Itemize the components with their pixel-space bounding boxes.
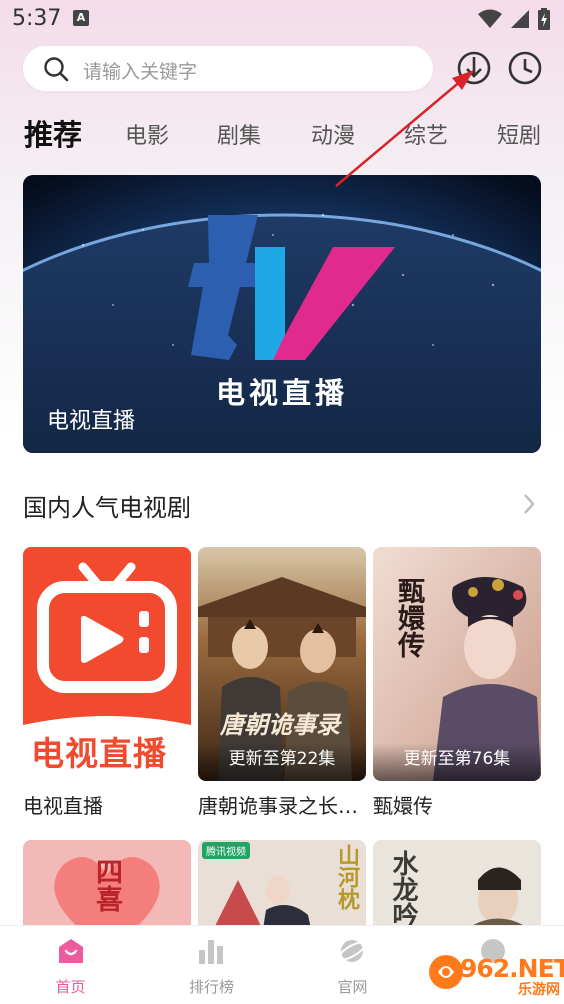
card-poster-text: 山河枕 (334, 844, 359, 910)
tab-shorts[interactable]: 短剧 (497, 118, 541, 150)
tab-movies[interactable]: 电影 (125, 118, 169, 150)
card-poster-text: 电视直播 (31, 734, 167, 773)
signal-icon (511, 10, 529, 28)
download-icon[interactable] (454, 48, 494, 88)
section-title: 国内人气电视剧 (23, 494, 191, 522)
card-zhen-huan[interactable]: 甄嬛传 更新至第76集 (373, 547, 541, 781)
nav-home[interactable]: 首页 (0, 926, 141, 1004)
watermark-subtext: 乐游网 (518, 982, 560, 998)
status-bar: 5:37 A (0, 0, 564, 38)
card-poster-text: 四喜 (91, 858, 122, 912)
chevron-right-icon[interactable] (519, 490, 539, 518)
banner-caption: 电视直播 (47, 409, 136, 434)
card-tv-live[interactable]: 电视直播 (23, 547, 191, 781)
featured-banner[interactable]: 电视直播 电视直播 (23, 175, 541, 453)
nav-website[interactable]: 官网 (282, 926, 423, 1004)
nav-label: 官网 (337, 978, 368, 996)
site-watermark: 962.NET 乐游网 (426, 948, 564, 1002)
status-icons (478, 8, 550, 30)
card-update-badge: 更新至第22集 (198, 743, 366, 781)
home-icon (59, 939, 83, 963)
card-tang-dynasty[interactable]: 唐朝诡事录 更新至第22集 (198, 547, 366, 781)
ranking-icon (199, 940, 223, 964)
category-tabs: 推荐 电影 剧集 动漫 综艺 短剧 (0, 110, 564, 158)
card-poster-text: 甄嬛传 (393, 577, 424, 658)
status-time: 5:37 (12, 6, 62, 31)
card-title[interactable]: 电视直播 (23, 790, 195, 819)
nav-label: 首页 (55, 978, 86, 996)
tab-anime[interactable]: 动漫 (311, 118, 355, 150)
nav-ranking[interactable]: 排行榜 (141, 926, 282, 1004)
battery-icon (538, 8, 550, 30)
notification-a-icon: A (73, 10, 89, 26)
card-title[interactable]: 甄嬛传 (373, 790, 545, 819)
history-icon[interactable] (505, 48, 545, 88)
card-title[interactable]: 唐朝诡事录之长… (198, 790, 370, 819)
search-icon (44, 57, 69, 82)
nav-label: 排行榜 (188, 978, 234, 996)
search-input[interactable]: 请输入关键字 (83, 57, 197, 84)
tab-series[interactable]: 剧集 (217, 118, 261, 150)
wifi-icon (478, 9, 502, 28)
tab-recommend[interactable]: 推荐 (24, 112, 82, 154)
platform-badge: 腾讯视频 (202, 842, 250, 859)
search-bar[interactable]: 请输入关键字 (23, 46, 433, 91)
tab-variety[interactable]: 综艺 (404, 118, 448, 150)
planet-icon (337, 940, 367, 962)
card-poster-text: 唐朝诡事录 (220, 711, 340, 739)
card-update-badge: 更新至第76集 (373, 743, 541, 781)
card-poster-text: 水龙吟 (388, 850, 418, 928)
